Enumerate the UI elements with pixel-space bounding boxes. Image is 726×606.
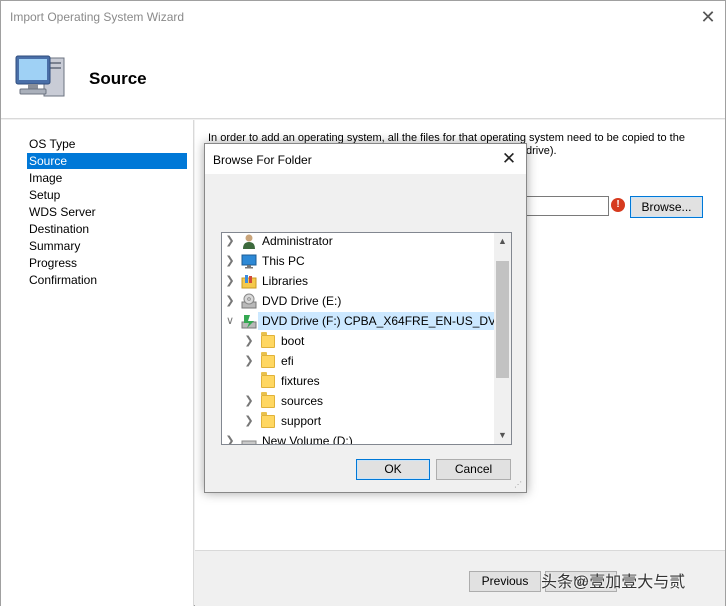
chevron-right-icon[interactable]: ❯ [243, 411, 255, 431]
chevron-right-icon[interactable]: ❯ [224, 431, 236, 444]
folder-icon [261, 412, 275, 428]
ok-button[interactable]: OK [356, 459, 430, 480]
step-summary[interactable]: Summary [27, 238, 187, 254]
wizard-steps-sidebar: OS Type Source Image Setup WDS Server De… [1, 120, 194, 606]
chevron-down-icon[interactable]: ∨ [224, 311, 236, 331]
page-title: Source [89, 69, 147, 88]
folder-tree[interactable]: ❯ Administrator ❯ This PC ❯ Libraries ❯ … [221, 232, 512, 445]
tree-item-this-pc[interactable]: ❯ This PC [222, 251, 494, 271]
scroll-up-icon[interactable]: ▲ [494, 233, 511, 250]
tree-item-new-volume-d[interactable]: ❯ New Volume (D:) [222, 431, 494, 445]
computer-icon [15, 55, 65, 97]
dialog-close-icon[interactable]: ✕ [498, 148, 520, 170]
error-icon: ! [611, 198, 625, 212]
tree-item-sources[interactable]: ❯ sources [222, 391, 494, 411]
step-wds-server[interactable]: WDS Server [27, 204, 187, 220]
tree-item-label: Libraries [262, 274, 309, 288]
tree-item-label: efi [281, 354, 294, 368]
tree-item-label: support [281, 414, 322, 428]
cancel-button[interactable]: Cancel [436, 459, 511, 480]
chevron-right-icon[interactable]: ❯ [243, 331, 255, 351]
resize-grip-icon[interactable]: ⋰ [514, 480, 524, 490]
chevron-right-icon[interactable]: ❯ [224, 233, 236, 251]
chevron-right-icon[interactable]: ❯ [224, 291, 236, 311]
dialog-title: Browse For Folder [213, 153, 312, 167]
tree-item-label: New Volume (D:) [262, 434, 353, 445]
browse-button[interactable]: Browse... [630, 196, 703, 218]
dvd-drive-icon [241, 293, 257, 309]
scroll-down-icon[interactable]: ▼ [494, 427, 511, 444]
tree-scrollbar[interactable]: ▲ ▼ [494, 233, 511, 444]
window-title: Import Operating System Wizard [10, 10, 185, 24]
step-source[interactable]: Source [27, 153, 187, 169]
browse-for-folder-dialog: Browse For Folder ✕ ❯ Administrator ❯ Th… [204, 143, 527, 493]
libraries-icon [241, 275, 257, 289]
tree-item-dvd-drive-e[interactable]: ❯ DVD Drive (E:) [222, 291, 494, 311]
tree-item-label: DVD Drive (E:) [262, 294, 342, 308]
tree-item-dvd-drive-f[interactable]: ∨ DVD Drive (F:) CPBA_X64FRE_EN-US_DV9 [222, 311, 507, 331]
watermark-text: 头条@壹加壹大与贰 [541, 574, 686, 591]
tree-item-label: This PC [262, 254, 305, 268]
dvd-drive-icon [241, 315, 257, 329]
step-os-type[interactable]: OS Type [27, 136, 187, 152]
scrollbar-thumb[interactable] [496, 261, 509, 378]
source-path-input[interactable] [521, 196, 609, 216]
tree-item-fixtures[interactable]: fixtures [222, 371, 494, 391]
step-progress[interactable]: Progress [27, 255, 187, 271]
chevron-right-icon[interactable]: ❯ [243, 351, 255, 371]
drive-icon [241, 440, 257, 444]
folder-icon [261, 352, 275, 368]
close-icon[interactable]: ✕ [697, 6, 719, 28]
tree-item-boot[interactable]: ❯ boot [222, 331, 494, 351]
tree-item-libraries[interactable]: ❯ Libraries [222, 271, 494, 291]
dialog-title-bar: Browse For Folder ✕ [205, 144, 526, 174]
folder-icon [261, 392, 275, 408]
chevron-right-icon[interactable]: ❯ [224, 251, 236, 271]
user-icon [243, 234, 255, 249]
step-setup[interactable]: Setup [27, 187, 187, 203]
wizard-header: Source [1, 32, 725, 119]
title-bar: Import Operating System Wizard ✕ [1, 1, 725, 32]
chevron-right-icon[interactable]: ❯ [224, 271, 236, 291]
step-confirmation[interactable]: Confirmation [27, 272, 187, 288]
tree-item-label: Administrator [262, 234, 333, 248]
tree-item-label: sources [281, 394, 324, 408]
previous-button[interactable]: Previous [469, 571, 541, 592]
folder-icon [261, 372, 275, 388]
step-destination[interactable]: Destination [27, 221, 187, 237]
folder-icon [261, 332, 275, 348]
tree-item-efi[interactable]: ❯ efi [222, 351, 494, 371]
tree-item-label: boot [281, 334, 305, 348]
step-image[interactable]: Image [27, 170, 187, 186]
tree-item-label: fixtures [281, 374, 320, 388]
chevron-right-icon[interactable]: ❯ [243, 391, 255, 411]
monitor-icon [241, 254, 257, 269]
tree-item-administrator[interactable]: ❯ Administrator [222, 233, 494, 251]
tree-item-support[interactable]: ❯ support [222, 411, 494, 431]
tree-item-label: DVD Drive (F:) CPBA_X64FRE_EN-US_DV9 [258, 312, 507, 330]
